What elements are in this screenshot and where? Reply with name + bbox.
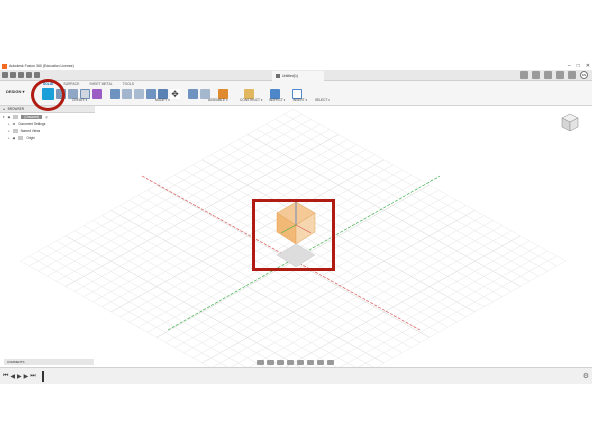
gear-icon[interactable]: ⚙ xyxy=(583,372,589,380)
timeline-bar: ⏮ ◀ ▶ ▶ ⏭ ⚙ xyxy=(0,367,592,384)
orbit-icon[interactable] xyxy=(257,360,264,365)
expand-arrow-icon[interactable]: ▹ xyxy=(8,122,10,126)
browser-root-item[interactable]: ▾ ◉ (Unsaved) ◎ xyxy=(0,113,95,120)
browser-item-document-settings[interactable]: ▹ ⚙ Document Settings xyxy=(0,120,95,127)
timeline-controls: ⏮ ◀ ▶ ▶ ⏭ xyxy=(3,373,36,380)
navigation-bar xyxy=(257,359,335,366)
folder-icon xyxy=(12,128,18,133)
comments-title: COMMENTS xyxy=(7,360,25,364)
folder-icon xyxy=(18,135,24,140)
go-to-end-icon[interactable]: ⏭ xyxy=(30,373,35,380)
root-component-label: (Unsaved) xyxy=(21,114,43,119)
browser-item-label: Document Settings xyxy=(18,121,46,126)
timeline-marker[interactable] xyxy=(42,371,44,382)
zoom-icon[interactable] xyxy=(287,360,294,365)
browser-item-origin[interactable]: ▹ ◉ Origin xyxy=(0,134,95,141)
comments-panel[interactable]: COMMENTS xyxy=(4,359,94,365)
browser-panel: ◂ BROWSER ▾ ◉ (Unsaved) ◎ ▹ ⚙ Document S… xyxy=(0,106,95,156)
step-forward-icon[interactable]: ▶ xyxy=(24,373,29,380)
fusion-window: Autodesk Fusion 360 (Education License) … xyxy=(0,62,592,384)
origin-highlight-box xyxy=(252,199,335,271)
gear-icon: ⚙ xyxy=(12,121,16,126)
display-settings-icon[interactable] xyxy=(307,360,314,365)
pan-icon[interactable] xyxy=(277,360,284,365)
browser-item-label: Named Views xyxy=(20,128,41,133)
play-icon[interactable]: ▶ xyxy=(17,373,22,380)
activate-radio-icon[interactable]: ◎ xyxy=(45,115,48,119)
sketch-highlight-circle xyxy=(31,79,65,111)
collapse-icon[interactable]: ◂ xyxy=(3,107,5,111)
eye-icon[interactable]: ◉ xyxy=(13,136,16,140)
browser-title: BROWSER xyxy=(7,107,25,111)
viewcube-icon[interactable] xyxy=(560,112,580,134)
grid-settings-icon[interactable] xyxy=(317,360,324,365)
eye-icon[interactable]: ◉ xyxy=(8,115,11,119)
fit-icon[interactable] xyxy=(297,360,304,365)
browser-item-named-views[interactable]: ▹ Named Views xyxy=(0,127,95,134)
go-to-start-icon[interactable]: ⏮ xyxy=(3,373,8,380)
component-icon xyxy=(13,114,19,119)
expand-arrow-icon[interactable]: ▾ xyxy=(3,115,5,119)
expand-arrow-icon[interactable]: ▹ xyxy=(8,136,10,140)
expand-arrow-icon[interactable]: ▹ xyxy=(8,129,10,133)
step-back-icon[interactable]: ◀ xyxy=(10,373,15,380)
viewports-icon[interactable] xyxy=(327,360,334,365)
browser-item-label: Origin xyxy=(26,135,35,140)
look-at-icon[interactable] xyxy=(267,360,274,365)
